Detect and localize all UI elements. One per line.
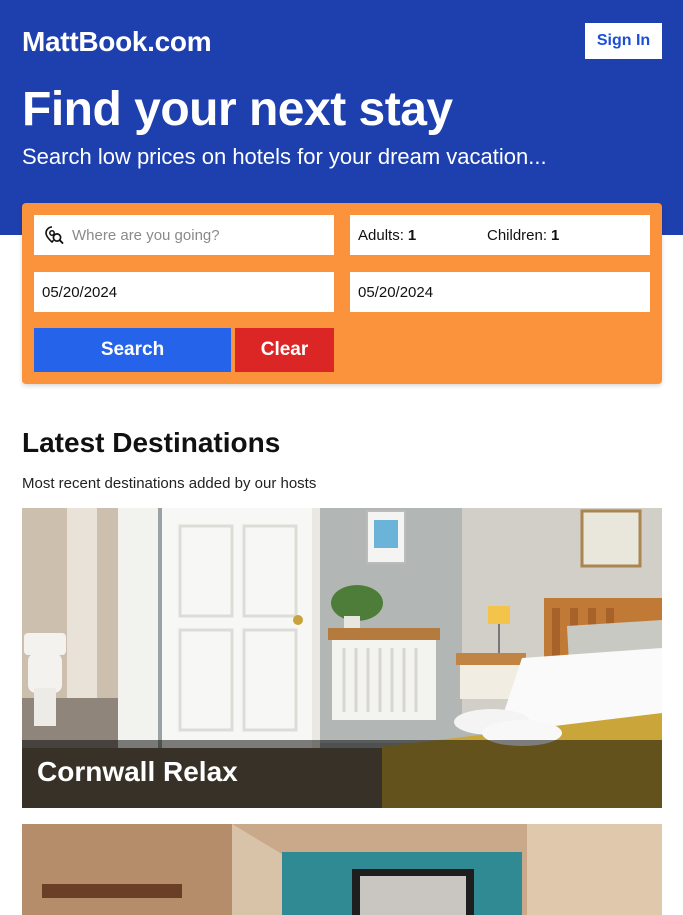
adults-value: 1	[407, 226, 417, 244]
card-caption: Cornwall Relax	[22, 740, 662, 808]
destination-input[interactable]	[72, 226, 312, 244]
destination-card[interactable]	[22, 824, 662, 915]
children-input[interactable]: Children: 1	[487, 227, 559, 244]
adults-label: Adults:	[358, 226, 404, 244]
destination-photo	[22, 824, 662, 915]
section-title: Latest Destinations	[22, 427, 281, 458]
search-form: Adults: 1 Children: 1 05/20/2024 05/20/2…	[22, 203, 662, 384]
children-label: Children:	[487, 226, 548, 244]
section-subtitle: Most recent destinations added by our ho…	[22, 475, 317, 492]
destination-card[interactable]: Cornwall Relax	[22, 508, 662, 808]
hero-subtitle: Search low prices on hotels for your dre…	[22, 144, 547, 169]
clear-button[interactable]: Clear	[235, 328, 334, 372]
check-in-date-input[interactable]: 05/20/2024	[34, 272, 334, 312]
hero-title: Find your next stay	[22, 83, 453, 136]
destination-field[interactable]	[34, 215, 334, 255]
search-button[interactable]: Search	[34, 328, 231, 372]
sign-in-button[interactable]: Sign In	[585, 23, 662, 59]
brand-logo[interactable]: MattBook.com	[22, 26, 212, 58]
map-search-icon	[45, 226, 64, 244]
guests-field: Adults: 1 Children: 1	[350, 215, 650, 255]
hero-banner: MattBook.com Sign In Find your next stay…	[0, 0, 683, 235]
check-out-date-input[interactable]: 05/20/2024	[350, 272, 650, 312]
children-value: 1	[551, 226, 560, 244]
destination-name: Cornwall Relax	[37, 756, 238, 787]
adults-input[interactable]: Adults: 1	[358, 227, 487, 244]
